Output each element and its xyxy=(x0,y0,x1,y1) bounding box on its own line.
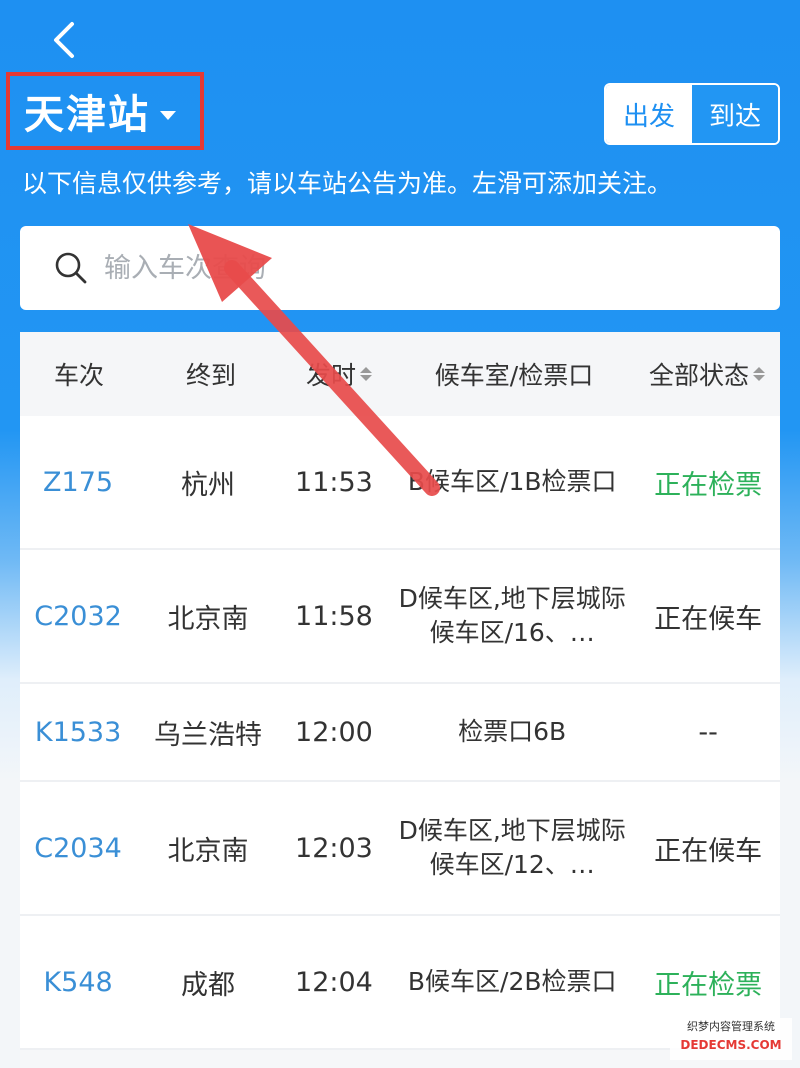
watermark-line1: 织梦内容管理系统 xyxy=(687,1020,775,1033)
col-header-waiting-room: 候车室/检票口 xyxy=(394,356,634,392)
table-row[interactable]: K1533 乌兰浩特 12:00 检票口6B -- xyxy=(20,684,780,782)
col-header-label: 终到 xyxy=(185,361,236,390)
departure-time: 12:00 xyxy=(295,716,373,748)
departure-time: 12:03 xyxy=(295,832,373,864)
train-number[interactable]: K1533 xyxy=(20,717,136,748)
table-row[interactable]: Z175 杭州 11:53 B候车区/1B检票口 正在检票 xyxy=(20,416,780,550)
col-header-label: 发时 xyxy=(305,361,356,390)
departure-time: 11:53 xyxy=(295,466,373,498)
status-badge: 正在候车 xyxy=(654,603,763,635)
train-number[interactable]: Z175 xyxy=(20,467,136,498)
search-input[interactable] xyxy=(102,251,706,285)
train-number[interactable]: C2032 xyxy=(20,601,136,632)
caret-down-icon xyxy=(160,110,176,120)
status-badge: -- xyxy=(698,716,718,748)
col-header-label: 候车室/检票口 xyxy=(434,361,594,390)
col-header-departure-time[interactable]: 发时 xyxy=(284,356,394,392)
watermark-line2: DEDECMS.COM xyxy=(680,1038,782,1052)
watermark: 织梦内容管理系统 DEDECMS.COM xyxy=(670,1018,792,1060)
station-selector[interactable]: 天津站 xyxy=(6,72,204,150)
search-bar[interactable] xyxy=(20,226,780,310)
col-header-destination[interactable]: 终到 xyxy=(138,356,284,392)
col-header-train[interactable]: 车次 xyxy=(20,356,138,392)
station-name: 天津站 xyxy=(24,92,150,138)
col-header-status[interactable]: 全部状态 xyxy=(634,356,780,392)
arrive-tab[interactable]: 到达 xyxy=(692,85,778,143)
train-number[interactable]: C2034 xyxy=(20,833,136,864)
train-table: 车次 终到 发时 候车室/检票口 全部状态 Z175 杭州 11:53 B候车区… xyxy=(20,332,780,1068)
back-icon[interactable] xyxy=(44,18,84,62)
col-header-label: 全部状态 xyxy=(648,361,749,390)
waiting-room: D候车区,地下层城际候车区/12、… xyxy=(398,816,626,879)
notice-text: 以下信息仅供参考，请以车站公告为准。左滑可添加关注。 xyxy=(22,169,673,198)
status-badge: 正在检票 xyxy=(654,969,763,1001)
waiting-room: D候车区,地下层城际候车区/16、… xyxy=(398,584,626,647)
table-row[interactable]: C2032 北京南 11:58 D候车区,地下层城际候车区/16、… 正在候车 xyxy=(20,550,780,684)
col-header-label: 车次 xyxy=(53,361,104,390)
destination: 乌兰浩特 xyxy=(153,719,262,751)
destination: 成都 xyxy=(180,969,235,1001)
table-header: 车次 终到 发时 候车室/检票口 全部状态 xyxy=(20,332,780,416)
status-badge: 正在检票 xyxy=(654,469,763,501)
train-number[interactable]: K548 xyxy=(20,967,136,998)
departure-time: 12:04 xyxy=(295,966,373,998)
status-badge: 正在候车 xyxy=(654,835,763,867)
table-row[interactable]: K548 成都 12:04 B候车区/2B检票口 正在检票 xyxy=(20,916,780,1050)
depart-tab[interactable]: 出发 xyxy=(606,85,692,143)
destination: 北京南 xyxy=(167,835,249,867)
sort-icon xyxy=(753,367,765,381)
destination: 杭州 xyxy=(180,469,235,501)
search-icon xyxy=(55,252,87,284)
waiting-room: B候车区/2B检票口 xyxy=(407,967,617,996)
waiting-room: B候车区/1B检票口 xyxy=(407,467,617,496)
destination: 北京南 xyxy=(167,603,249,635)
direction-toggle: 出发 到达 xyxy=(604,83,780,145)
departure-time: 11:58 xyxy=(295,600,373,632)
waiting-room: 检票口6B xyxy=(458,717,567,746)
table-row[interactable]: C2034 北京南 12:03 D候车区,地下层城际候车区/12、… 正在候车 xyxy=(20,782,780,916)
sort-icon xyxy=(360,367,372,381)
